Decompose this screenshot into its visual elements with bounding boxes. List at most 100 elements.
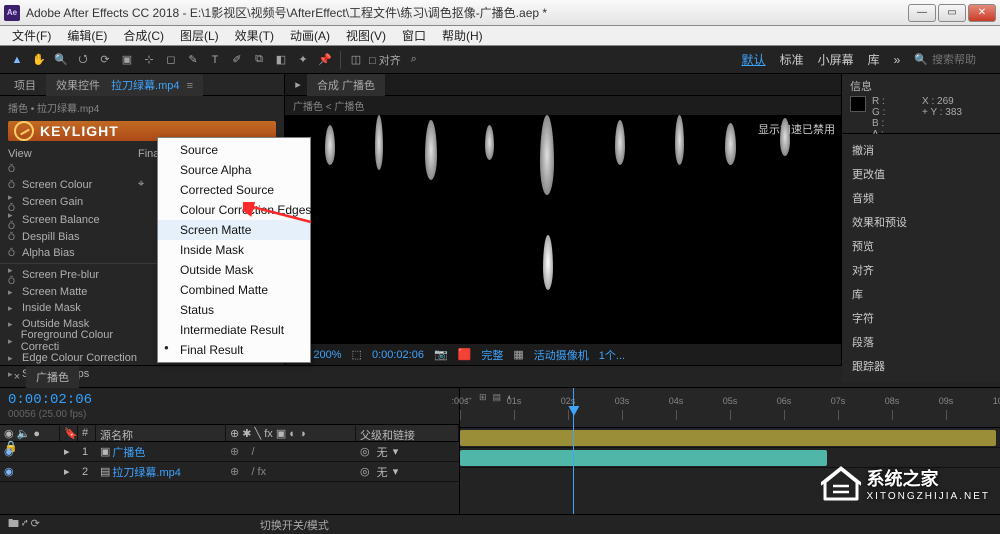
col-parent[interactable]: 父级和链接 [356,425,459,441]
menu-view[interactable]: 视图(V) [340,25,392,46]
current-timecode[interactable]: 0:00:02:06 [8,392,92,408]
help-search[interactable]: 🔍 [914,53,992,66]
hand-tool-icon[interactable]: ✋ [30,51,48,69]
dd-screen-matte[interactable]: Screen Matte [158,220,310,240]
selection-tool-icon[interactable]: ▲ [8,51,26,69]
camera-tool-icon[interactable]: ▣ [118,51,136,69]
menu-effect[interactable]: 效果(T) [229,25,280,46]
menu-composition[interactable]: 合成(C) [117,25,170,46]
dd-status[interactable]: Status [158,300,310,320]
tab-effect-controls[interactable]: 效果控件 拉刀绿幕.mp4 ≡ [46,74,203,96]
menu-window[interactable]: 窗口 [396,25,432,46]
param-screen-colour[interactable]: Screen Colour [22,179,92,191]
side-preview[interactable]: 预览 [842,234,1000,258]
param-screen-preblur[interactable]: Screen Pre-blur [22,269,99,281]
dd-outside-mask[interactable]: Outside Mask [158,260,310,280]
side-change-value[interactable]: 更改值 [842,162,1000,186]
resolution[interactable]: 完整 [481,347,503,363]
viewer-canvas[interactable]: 显示加速已禁用 [285,115,841,343]
param-screen-gain[interactable]: Screen Gain [22,196,83,208]
dd-intermediate[interactable]: Intermediate Result [158,320,310,340]
timeline-picker-icon[interactable]: × [8,368,26,386]
rotate-tool-icon[interactable]: ⟳ [96,51,114,69]
workspace-small[interactable]: 小屏幕 [818,51,854,68]
side-effects-presets[interactable]: 效果和预设 [842,210,1000,234]
parent-pick-icon[interactable]: ◎ [360,445,370,458]
side-audio[interactable]: 音频 [842,186,1000,210]
layer-row-2[interactable]: ◉ ▸ 2 ▤拉刀绿幕.mp4 ⊕ / fx ◎ 无 ▾ [0,462,459,482]
dd-corrected-source[interactable]: Corrected Source [158,180,310,200]
layer-row-1[interactable]: ◉ ▸ 1 ▣广播色 ⊕ / ◎ 无 ▾ [0,442,459,462]
menu-file[interactable]: 文件(F) [6,25,57,46]
anchor-tool-icon[interactable]: ⊹ [140,51,158,69]
orbit-tool-icon[interactable]: ⭯ [74,51,92,69]
dd-source-alpha[interactable]: Source Alpha [158,160,310,180]
param-screen-matte[interactable]: Screen Matte [22,286,87,298]
clone-tool-icon[interactable]: ⧉ [250,51,268,69]
type-tool-icon[interactable]: T [206,51,224,69]
clip-1[interactable] [460,430,996,446]
roto-tool-icon[interactable]: ✦ [294,51,312,69]
dd-inside-mask[interactable]: Inside Mask [158,240,310,260]
side-libraries[interactable]: 库 [842,282,1000,306]
workspace-default[interactable]: 默认 [742,51,766,68]
search-tool-icon[interactable]: ⌕ [405,51,423,69]
menu-help[interactable]: 帮助(H) [436,25,489,46]
toggle-switches-label[interactable]: 切换开关/模式 [260,517,329,533]
puppet-tool-icon[interactable]: 📌 [316,51,334,69]
param-edge-colour-correction[interactable]: Edge Colour Correction [22,352,137,364]
menu-edit[interactable]: 编辑(E) [61,25,113,46]
close-button[interactable]: ✕ [968,4,996,22]
viewer-tab[interactable]: 合成 广播色 [307,74,385,96]
maximize-button[interactable]: ▭ [938,4,966,22]
tl-tool-icon[interactable]: ⊞ [479,392,487,403]
workspace-overflow-icon[interactable]: » [894,53,901,67]
eyedropper-icon[interactable]: ⌖ [138,178,144,191]
param-despill-bias[interactable]: Despill Bias [22,231,79,243]
playhead[interactable] [573,388,574,514]
param-alpha-bias[interactable]: Alpha Bias [22,247,75,259]
tab-project[interactable]: 项目 [4,74,46,96]
side-character[interactable]: 字符 [842,306,1000,330]
workspace-libraries[interactable]: 库 [868,51,880,68]
menu-layer[interactable]: 图层(L) [174,25,225,46]
track-1[interactable] [460,428,1000,448]
help-search-input[interactable] [932,54,992,66]
zoom-tool-icon[interactable]: 🔍 [52,51,70,69]
time-ruler[interactable]: ↔ ⊞ ▤ ◐ :00s01s02s03s04s05s06s07s08s09s1… [460,388,1000,428]
channel-icon[interactable]: 🟥 [458,348,472,361]
grid-icon[interactable]: ▦ [513,348,523,361]
res-picker-icon[interactable]: ⬚ [352,348,362,361]
dd-cc-edges[interactable]: Colour Correction Edges [158,200,310,220]
dd-combined-matte[interactable]: Combined Matte [158,280,310,300]
side-undo[interactable]: 撤消 [842,138,1000,162]
parent-pick-icon[interactable]: ◎ [360,465,370,478]
snapshot-icon[interactable]: 📷 [434,348,448,361]
menu-animation[interactable]: 动画(A) [284,25,336,46]
view-count[interactable]: 1个... [599,347,625,363]
snap-icon[interactable]: ◫ [347,51,365,69]
param-inside-mask[interactable]: Inside Mask [22,302,81,314]
tl-tool-icon[interactable]: ▤ [493,392,502,403]
dd-final-result[interactable]: Final Result [158,340,310,360]
timeline-tab[interactable]: 广播色 [26,366,79,388]
zoom-value[interactable]: 200% [313,349,341,361]
side-paragraph[interactable]: 段落 [842,330,1000,354]
eye-icon[interactable]: ◉ [4,465,14,478]
clip-2[interactable] [460,450,827,466]
current-time[interactable]: 0:00:02:06 [372,349,424,361]
param-screen-balance[interactable]: Screen Balance [22,214,100,226]
shape-tool-icon[interactable]: ◻ [162,51,180,69]
pen-tool-icon[interactable]: ✎ [184,51,202,69]
workspace-standard[interactable]: 标准 [780,51,804,68]
minimize-button[interactable]: — [908,4,936,22]
active-camera[interactable]: 活动摄像机 [534,347,589,363]
viewer-picker-icon[interactable]: ▸ [289,76,307,94]
eraser-tool-icon[interactable]: ◧ [272,51,290,69]
eye-icon[interactable]: ◉ [4,445,14,458]
col-source-name[interactable]: 源名称 [96,425,226,441]
tl-footer-icons[interactable]: 🖿 ⑇ ⟳ [8,515,40,534]
brush-tool-icon[interactable]: ✐ [228,51,246,69]
side-align[interactable]: 对齐 [842,258,1000,282]
tab-close-icon[interactable]: ≡ [187,80,193,92]
